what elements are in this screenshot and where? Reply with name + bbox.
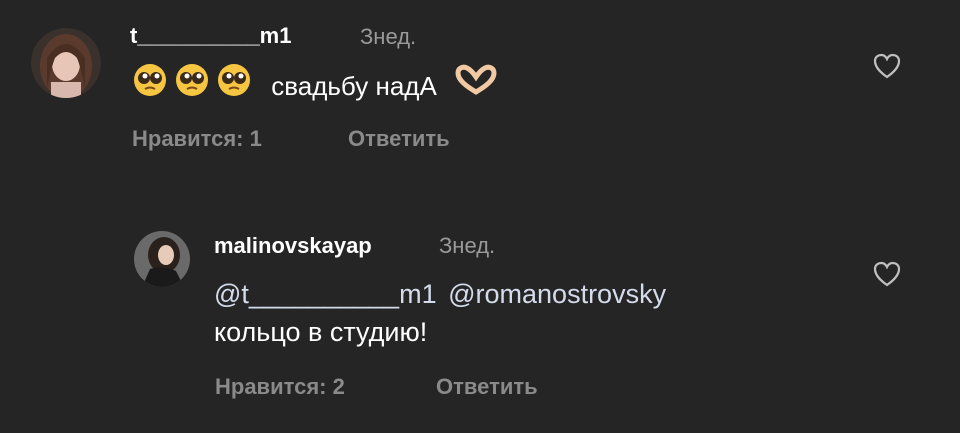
like-heart-icon[interactable] — [872, 52, 902, 85]
avatar[interactable] — [31, 28, 101, 98]
mention-link[interactable]: @t__________m1 — [214, 279, 437, 309]
pleading-face-icon — [216, 62, 252, 109]
comment-text-content: свадьбу надА — [271, 70, 437, 101]
comment-text: @t__________m1 @romanostrovsky — [214, 275, 666, 313]
timestamp: Знед. — [360, 24, 417, 49]
heart-hands-icon — [454, 64, 498, 107]
likes-count[interactable]: Нравится: 1 — [132, 126, 262, 152]
comment-text: свадьбу надА — [132, 62, 504, 102]
like-heart-icon[interactable] — [872, 260, 902, 293]
timestamp: Знед. — [439, 233, 496, 258]
reply-button[interactable]: Ответить — [436, 374, 538, 400]
username[interactable]: malinovskayap — [214, 233, 372, 259]
avatar[interactable] — [134, 231, 190, 287]
pleading-face-icon — [132, 62, 168, 109]
reply-button[interactable]: Ответить — [348, 126, 450, 152]
comment-text-line: кольцо в студию! — [214, 317, 428, 347]
pleading-face-icon — [174, 62, 210, 109]
username[interactable]: t__________m1 — [130, 23, 291, 49]
likes-count[interactable]: Нравится: 2 — [215, 374, 345, 400]
mention-link[interactable]: @romanostrovsky — [448, 279, 666, 309]
